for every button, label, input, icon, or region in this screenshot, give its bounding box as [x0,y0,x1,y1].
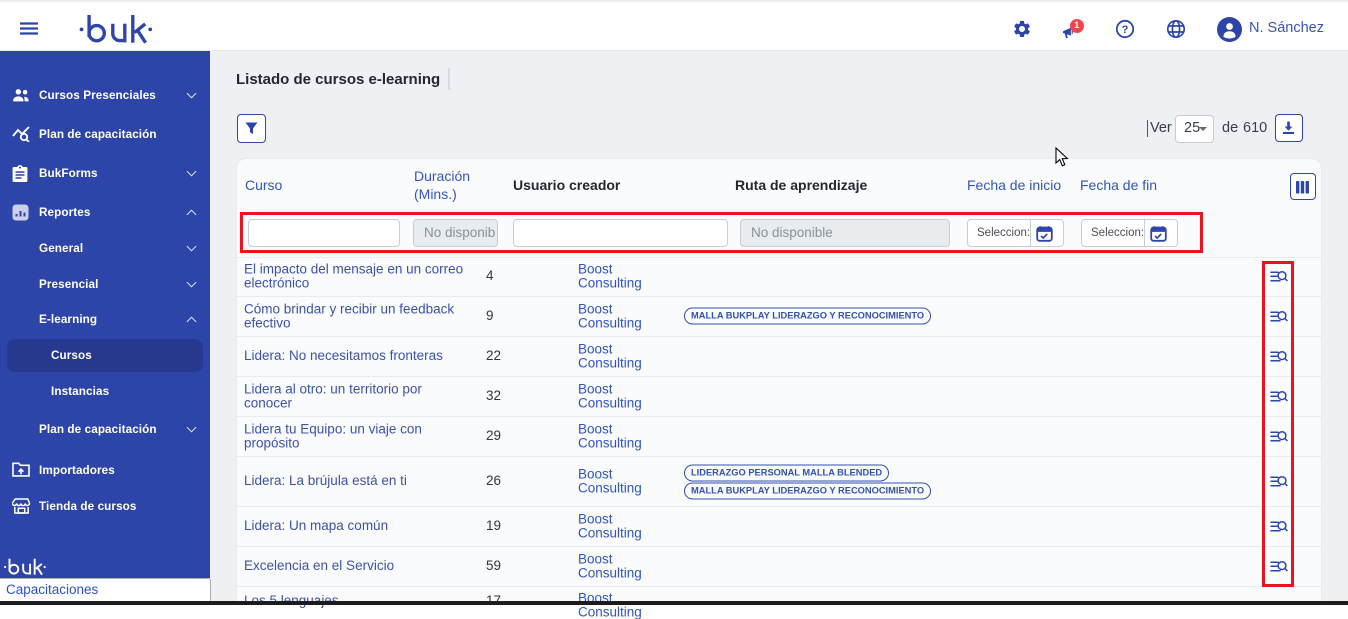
svg-text:?: ? [1122,24,1129,36]
